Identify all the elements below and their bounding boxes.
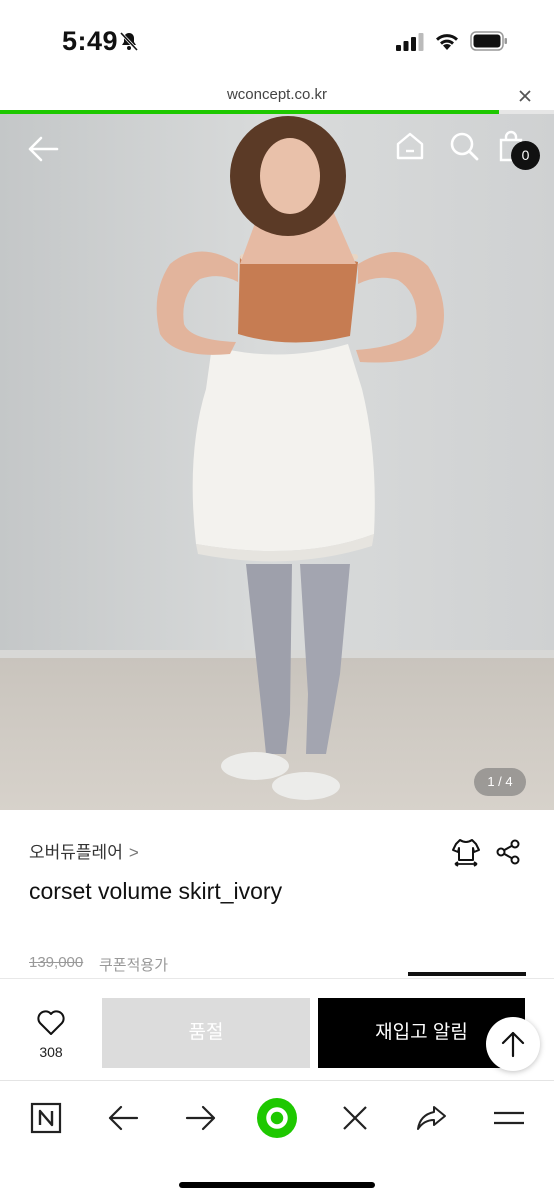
green-dot-icon [257, 1098, 297, 1138]
url-bar[interactable]: wconcept.co.kr [0, 80, 554, 112]
tab-indicator [408, 972, 526, 976]
browser-close-button[interactable] [338, 1101, 372, 1135]
purchase-action-bar: 308 품절 재입고 알림 [0, 978, 554, 1080]
brand-name: 오버듀플레어 [29, 843, 123, 862]
browser-forward-button[interactable] [184, 1101, 218, 1135]
brand-link[interactable]: 오버듀플레어 > [29, 838, 139, 863]
browser-toolbar [0, 1080, 554, 1200]
close-icon [343, 1106, 367, 1130]
naver-n-icon [30, 1102, 62, 1134]
close-icon[interactable] [515, 86, 535, 106]
browser-menu-button[interactable] [492, 1101, 526, 1135]
back-arrow-icon[interactable] [26, 134, 60, 164]
gallery-pager: 1 / 4 [474, 768, 526, 796]
arrow-up-icon [501, 1031, 525, 1058]
size-guide-icon[interactable] [450, 836, 482, 868]
status-bar: 5:49 [0, 0, 554, 80]
home-indicator [179, 1182, 375, 1188]
wishlist-count: 308 [39, 1044, 63, 1060]
browser-back-button[interactable] [106, 1101, 140, 1135]
product-photo [0, 114, 554, 810]
coupon-price-label: 쿠폰적용가 [99, 957, 169, 974]
heart-icon [37, 1010, 65, 1035]
cart-count-badge[interactable]: 0 [511, 141, 540, 170]
signal-icon [396, 33, 424, 51]
wifi-icon [436, 34, 458, 50]
arrow-left-icon [108, 1105, 139, 1131]
product-name: corset volume skirt_ivory [29, 878, 283, 904]
product-info: 오버듀플레어 > corset volume skirt_ivory 139,00… [0, 810, 554, 980]
url-text: wconcept.co.kr [226, 86, 328, 103]
green-dot-button[interactable] [256, 1097, 298, 1139]
search-icon[interactable] [448, 130, 480, 162]
browser-share-button[interactable] [414, 1101, 448, 1135]
battery-icon [470, 31, 507, 51]
chevron-right-icon: > [128, 843, 139, 862]
share-icon[interactable] [494, 838, 522, 866]
bell-slash-icon [119, 31, 139, 52]
original-price: 139,000 [29, 954, 84, 971]
scroll-to-top-button[interactable] [486, 1017, 540, 1071]
status-time: 5:49 [62, 26, 119, 56]
share-arrow-icon [417, 1106, 446, 1130]
naver-home-button[interactable] [29, 1101, 63, 1135]
product-image-gallery[interactable]: 0 1 / 4 [0, 114, 554, 810]
home-icon[interactable] [394, 130, 426, 162]
wishlist-button[interactable]: 308 [30, 1009, 72, 1060]
menu-icon [494, 1111, 524, 1125]
arrow-right-icon [185, 1105, 216, 1131]
soldout-button[interactable]: 품절 [102, 998, 310, 1068]
